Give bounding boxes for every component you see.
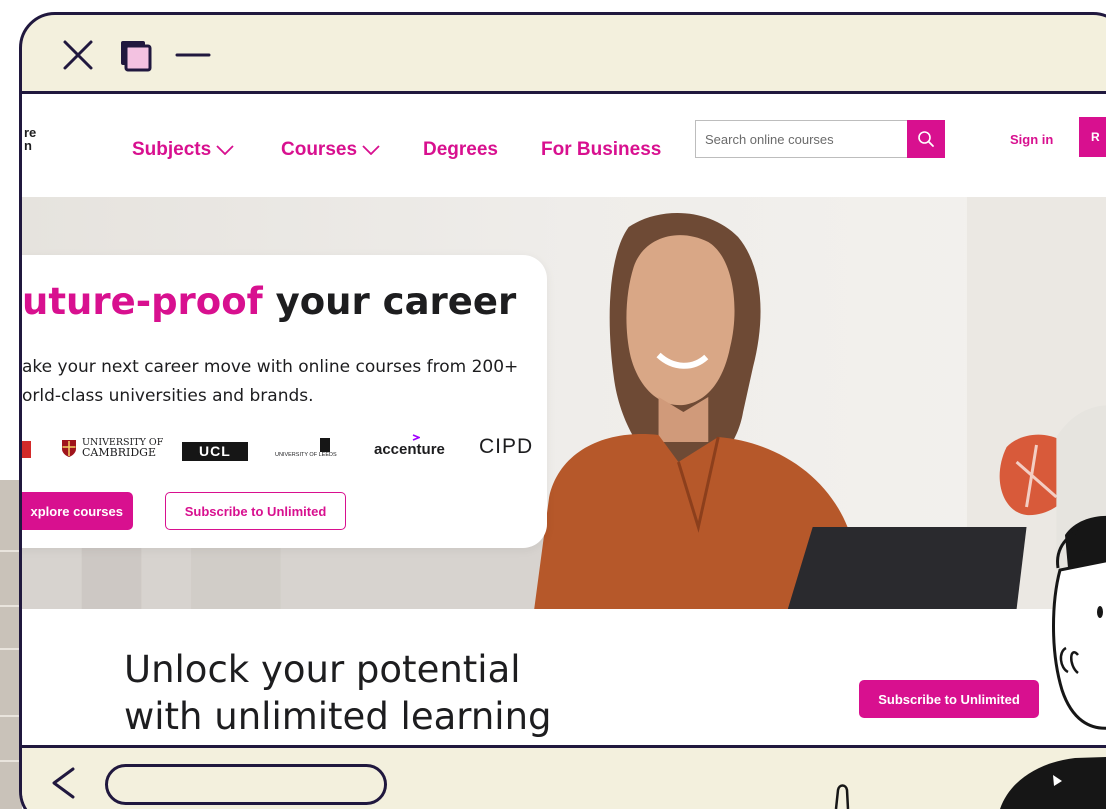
cambridge-crest-icon	[62, 439, 76, 457]
browser-window: re n Subjects Courses Degrees For Busine…	[19, 12, 1106, 809]
hero-banner: uture-proof your career ake your next ca…	[22, 197, 1106, 609]
register-button[interactable]: R	[1079, 117, 1106, 157]
hero-title: uture-proof your career	[22, 280, 516, 323]
nav-degrees-label: Degrees	[423, 139, 498, 160]
cambridge-text: CAMBRIDGE	[82, 446, 156, 459]
site-logo[interactable]: re n	[24, 126, 36, 152]
search-icon	[918, 131, 934, 147]
accenture-chevron-icon	[412, 434, 420, 441]
close-icon[interactable]	[62, 39, 94, 71]
chevron-down-icon	[216, 145, 234, 155]
partner-cipd-logo: CIPD	[479, 435, 533, 458]
hero-subtitle-line: ake your next career move with online co…	[22, 357, 519, 377]
nav-degrees[interactable]: Degrees	[423, 139, 498, 161]
leeds-crest-icon	[320, 438, 330, 452]
page-viewport: re n Subjects Courses Degrees For Busine…	[22, 94, 1106, 745]
explore-courses-button[interactable]: xplore courses	[22, 492, 133, 530]
nav-for-business[interactable]: For Business	[541, 139, 661, 161]
partner-cambridge-logo: UNIVERSITY OF CAMBRIDGE	[61, 438, 163, 458]
hero-subtitle-line: orld-class universities and brands.	[22, 386, 314, 406]
partner-ucl-logo: UCL	[182, 442, 248, 461]
hero-title-rest: your career	[275, 280, 517, 323]
maximize-icon[interactable]	[118, 38, 154, 74]
accenture-text: accenture	[374, 441, 445, 458]
subscribe-unlimited-button[interactable]: Subscribe to Unlimited	[859, 680, 1039, 718]
nav-courses[interactable]: Courses	[281, 139, 380, 161]
back-arrow-icon[interactable]	[50, 766, 76, 800]
minimize-icon[interactable]	[175, 52, 211, 58]
search-input[interactable]	[696, 121, 906, 157]
unlock-title-line: Unlock your potential	[124, 648, 521, 691]
partner-logo-fragment	[22, 441, 31, 458]
hero-card: uture-proof your career ake your next ca…	[22, 255, 547, 548]
unlock-section: Unlock your potential with unlimited lea…	[22, 609, 1106, 745]
nav-courses-label: Courses	[281, 139, 358, 160]
nav-subjects[interactable]: Subjects	[132, 139, 234, 161]
nav-subjects-label: Subjects	[132, 139, 212, 160]
unlock-title-line: with unlimited learning	[124, 695, 552, 738]
site-navbar: re n Subjects Courses Degrees For Busine…	[22, 94, 1106, 197]
hero-title-accent: uture-proof	[22, 280, 263, 323]
hero-card-content: uture-proof your career ake your next ca…	[22, 255, 547, 548]
address-bar[interactable]	[105, 764, 387, 805]
nav-for-business-label: For Business	[541, 139, 662, 160]
bottom-bar	[22, 745, 1106, 809]
subscribe-unlimited-hero-button[interactable]: Subscribe to Unlimited	[165, 492, 346, 530]
partner-accenture-logo: accenture	[374, 434, 445, 458]
leeds-text: UNIVERSITY OF LEEDS	[275, 452, 337, 458]
logo-line: n	[24, 138, 32, 153]
search-button[interactable]	[907, 120, 945, 158]
unlock-title: Unlock your potential with unlimited lea…	[124, 646, 552, 740]
hero-subtitle: ake your next career move with online co…	[22, 353, 562, 411]
sign-in-link[interactable]: Sign in	[1010, 132, 1053, 147]
title-bar	[22, 15, 1106, 94]
search-box	[695, 120, 945, 158]
chevron-down-icon	[362, 145, 380, 155]
